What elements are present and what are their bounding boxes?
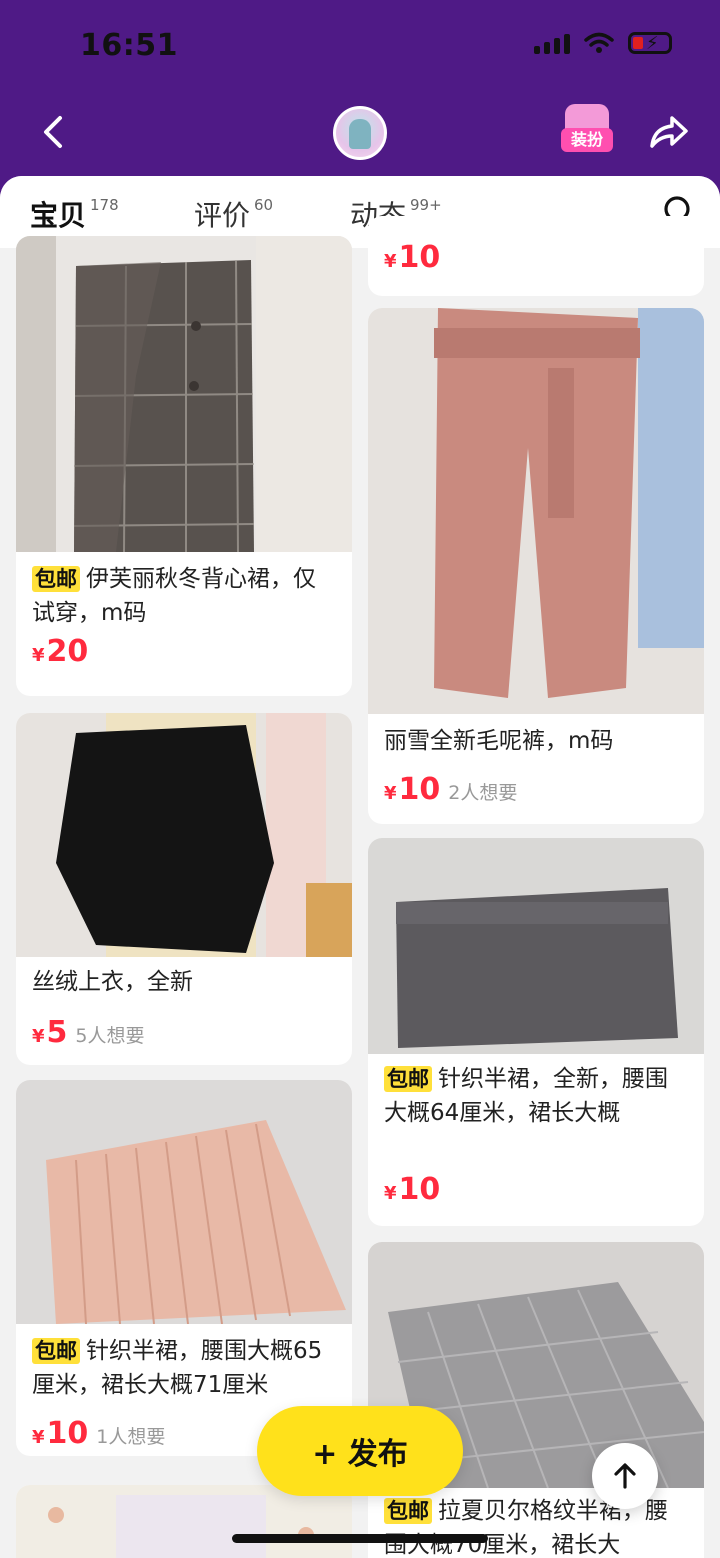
tab-count: 60 <box>254 196 274 214</box>
product-card[interactable]: 包邮 针织半裙，腰围大概65厘米，裙长大概71厘米 ¥10 1人想要 <box>16 1080 352 1456</box>
content-sheet: 宝贝 178 评价 60 动态 99+ <box>0 176 720 1558</box>
product-image <box>368 308 704 714</box>
share-icon[interactable] <box>646 112 692 152</box>
tab-label: 评价 <box>194 199 251 232</box>
product-card[interactable]: 丝绒上衣，全新 ¥5 5人想要 <box>16 713 352 1065</box>
status-time: 16:51 <box>80 28 178 63</box>
publish-button[interactable]: + 发布 <box>257 1406 463 1496</box>
product-image <box>16 713 352 957</box>
product-card[interactable]: 包邮 伊芙丽秋冬背心裙，仅试穿，m码 ¥20 <box>16 236 352 696</box>
product-card[interactable]: 丽雪全新毛呢裤，m码 ¥10 2人想要 <box>368 308 704 824</box>
product-price: ¥10 1人想要 <box>32 1416 166 1451</box>
tab-count: 99+ <box>410 196 442 214</box>
tab-reviews[interactable]: 评价 60 <box>194 194 273 234</box>
product-title: 包邮 针织半裙，腰围大概65厘米，裙长大概71厘米 <box>32 1338 323 1398</box>
free-shipping-badge: 包邮 <box>32 566 80 592</box>
product-title: 包邮 拉夏贝尔格纹半裙，腰围大概70厘米，裙长大 <box>384 1498 668 1558</box>
want-count: 1人想要 <box>96 1426 166 1448</box>
product-image <box>16 1080 352 1324</box>
battery-icon: ⚡ <box>628 32 672 54</box>
back-arrow-icon[interactable] <box>34 110 78 154</box>
top-nav: 装扮 <box>0 96 720 176</box>
tab-items[interactable]: 宝贝 178 <box>27 194 119 234</box>
product-card[interactable]: 包邮 拉夏贝尔格纹半裙，腰围大概70厘米，裙长大 <box>368 1242 704 1558</box>
product-price: ¥10 2人想要 <box>384 772 518 807</box>
dress-up-button[interactable]: 装扮 <box>559 102 615 158</box>
product-title: 丽雪全新毛呢裤，m码 <box>384 728 614 754</box>
product-price: ¥10 <box>384 240 441 275</box>
product-price: ¥20 <box>32 634 89 669</box>
free-shipping-badge: 包邮 <box>32 1338 80 1364</box>
wifi-icon <box>584 32 614 53</box>
product-title: 包邮 针织半裙，全新，腰围大概64厘米，裙长大概 <box>384 1066 668 1126</box>
product-title: 包邮 伊芙丽秋冬背心裙，仅试穿，m码 <box>32 566 316 626</box>
home-indicator <box>232 1534 488 1543</box>
status-icons: ⚡ <box>534 32 672 54</box>
back-to-top-button[interactable] <box>592 1443 658 1509</box>
shop-avatar[interactable] <box>333 106 387 160</box>
free-shipping-badge: 包邮 <box>384 1498 432 1524</box>
product-image <box>16 236 352 552</box>
product-price: ¥10 <box>384 1172 441 1207</box>
product-card[interactable]: 包邮 针织半裙，全新，腰围大概64厘米，裙长大概 ¥10 <box>368 838 704 1226</box>
product-title: 丝绒上衣，全新 <box>32 969 193 995</box>
product-price: ¥5 5人想要 <box>32 1015 145 1050</box>
want-count: 5人想要 <box>75 1025 145 1047</box>
signal-icon <box>534 32 570 54</box>
tab-count: 178 <box>90 196 119 214</box>
want-count: 2人想要 <box>448 782 518 804</box>
arrow-up-icon <box>614 1463 636 1489</box>
status-bar: 16:51 ⚡ <box>0 0 720 96</box>
dress-up-label: 装扮 <box>561 128 613 152</box>
free-shipping-badge: 包邮 <box>384 1066 432 1092</box>
product-image <box>368 838 704 1054</box>
tab-label: 宝贝 <box>27 194 89 234</box>
product-card[interactable]: ¥10 <box>368 216 704 296</box>
